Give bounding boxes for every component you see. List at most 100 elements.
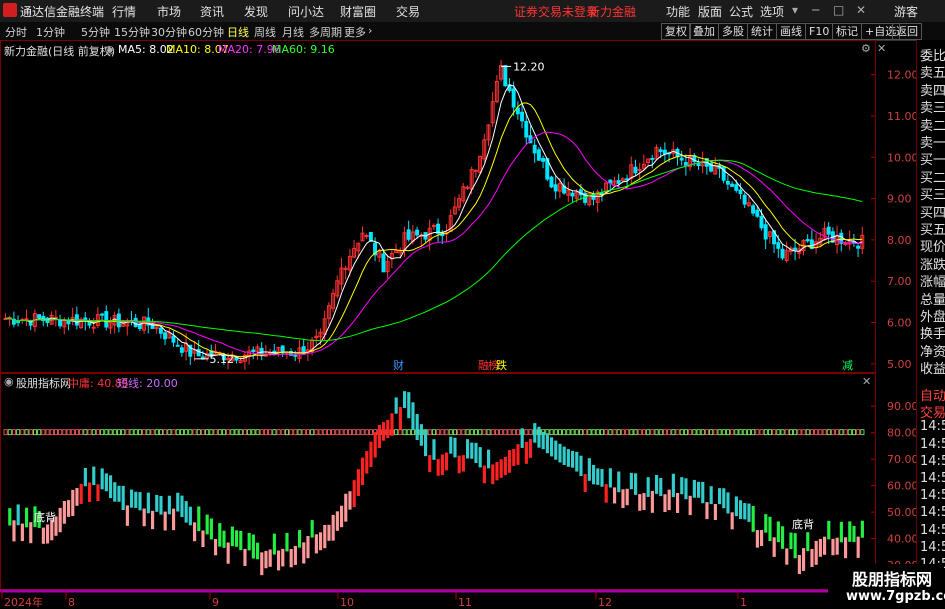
price-chart[interactable]: 12.00 11.00 10.00 9.00 8.00 7.00 6.00 5.00 12.20… xyxy=(0,40,916,373)
period-60min[interactable]: 60分钟 xyxy=(188,24,224,40)
signal-square xyxy=(322,429,327,436)
signal-square xyxy=(3,429,8,436)
tool-f10[interactable]: F10 xyxy=(805,23,834,40)
candle-body xyxy=(637,168,642,171)
menu-hangqing[interactable]: 行情 xyxy=(112,3,136,20)
period-monthly[interactable]: 月线 xyxy=(282,24,304,40)
indicator-bar xyxy=(20,523,24,542)
signal-square xyxy=(700,429,705,436)
maximize-icon[interactable]: □ xyxy=(833,3,844,17)
guest-label[interactable]: 游客 xyxy=(894,3,918,20)
period-30min[interactable]: 30分钟 xyxy=(151,24,187,40)
signal-square xyxy=(221,429,226,436)
period-daily[interactable]: 日线 xyxy=(227,24,249,40)
menu-faxian[interactable]: 发现 xyxy=(244,3,268,20)
period-toolbar: 分时 1分钟 5分钟 15分钟 30分钟 60分钟 日线 周线 月线 多周期 更… xyxy=(0,22,945,41)
period-fenshi[interactable]: 分时 xyxy=(5,24,27,40)
tool-diejia[interactable]: 叠加 xyxy=(689,23,719,40)
more-chevron-icon[interactable]: › xyxy=(368,24,372,37)
period-weekly[interactable]: 周线 xyxy=(254,24,276,40)
indicator-bar xyxy=(327,524,331,541)
signal-square xyxy=(843,429,848,436)
indicator-bar xyxy=(449,436,453,454)
price-tick-label: 7.00 xyxy=(887,275,912,288)
signal-square xyxy=(70,429,75,436)
signal-square xyxy=(268,429,273,436)
indicator-bar xyxy=(432,439,436,460)
x-tick-label: 10 xyxy=(340,596,354,609)
candle-body xyxy=(541,157,546,162)
menu-zixun[interactable]: 资讯 xyxy=(200,3,224,20)
price-stock-label: 新力金融(日线 前复权) xyxy=(4,45,116,58)
candle-body xyxy=(104,311,109,328)
login-notice[interactable]: 证券交易未登录 xyxy=(514,3,598,20)
indicator-bar xyxy=(856,536,860,558)
indicator-bar xyxy=(722,488,726,509)
app-logo-icon xyxy=(3,3,17,17)
menu-banmian[interactable]: 版面 xyxy=(698,3,722,20)
signal-square xyxy=(675,429,680,436)
indicator-bar xyxy=(461,455,465,472)
current-stock: 新力金融 xyxy=(588,5,637,19)
indicator-bar xyxy=(550,437,554,457)
menu-xuanxiang[interactable]: 选项 xyxy=(760,3,784,20)
indicator-bar xyxy=(470,442,474,459)
indicator-bar xyxy=(419,424,423,446)
signal-square xyxy=(629,429,634,436)
signal-square xyxy=(54,429,58,436)
indicator-bar xyxy=(180,495,184,517)
indicator-name: 股朋指标网 xyxy=(16,377,71,390)
period-1min[interactable]: 1分钟 xyxy=(36,24,65,40)
tool-fuquan[interactable]: 复权 xyxy=(661,23,691,40)
indicator-bar xyxy=(587,458,591,481)
side-trade-1: 交易 xyxy=(920,406,945,422)
tool-back[interactable]: 返回 xyxy=(892,23,922,40)
menu-wenxiaoda[interactable]: 问小达 xyxy=(288,3,324,20)
period-5min[interactable]: 5分钟 xyxy=(81,24,110,40)
signal-square xyxy=(24,429,29,436)
signal-square xyxy=(696,429,701,436)
period-15min[interactable]: 15分钟 xyxy=(114,24,150,40)
period-more[interactable]: 更多 xyxy=(344,24,366,40)
signal-square xyxy=(293,429,298,436)
signal-square xyxy=(326,429,331,436)
indicator-toggle-icon[interactable]: ◉ xyxy=(4,375,14,388)
signal-square xyxy=(494,429,499,436)
indicator-bar xyxy=(424,429,428,457)
side-field-3: 卖三 xyxy=(920,101,945,117)
indicator-close-icon[interactable]: ✕ xyxy=(862,375,871,388)
legend-eye-icon[interactable]: ◉ xyxy=(105,43,115,56)
signal-square xyxy=(200,429,205,436)
menu-gongneng[interactable]: 功能 xyxy=(666,3,690,20)
indicator-bar xyxy=(474,442,478,463)
tool-tongji[interactable]: 统计 xyxy=(747,23,777,40)
tool-huaxian[interactable]: 画线 xyxy=(776,23,806,40)
candle-body xyxy=(37,314,42,319)
window-menu-icon[interactable]: ▾ xyxy=(792,3,798,17)
signal-square xyxy=(100,429,105,436)
panel-close-icon[interactable]: ✕ xyxy=(877,42,886,55)
signal-square xyxy=(478,429,483,436)
menu-gongshi[interactable]: 公式 xyxy=(729,3,753,20)
indicator-chart[interactable]: 90.0080.0070.0060.0050.0040.0030.00底背底背2… xyxy=(0,373,916,609)
signal-square xyxy=(810,429,814,436)
menu-jiaoyi[interactable]: 交易 xyxy=(396,3,420,20)
menu-shichang[interactable]: 市场 xyxy=(157,3,181,20)
period-multi[interactable]: 多周期 xyxy=(309,24,342,40)
menu-caifuquan[interactable]: 财富圈 xyxy=(340,3,376,20)
settings-gear-icon[interactable]: ⚙ xyxy=(861,42,871,55)
tool-biaoji[interactable]: 标记 xyxy=(832,23,862,40)
indicator-bar xyxy=(67,500,71,517)
signal-square xyxy=(713,429,718,436)
indicator-bar xyxy=(860,520,864,538)
signal-square xyxy=(79,429,84,436)
indicator-bar xyxy=(146,492,150,514)
indicator-bar xyxy=(209,518,213,540)
indicator-bar xyxy=(335,511,339,531)
tool-duogu[interactable]: 多股 xyxy=(718,23,748,40)
minimize-icon[interactable]: ─ xyxy=(812,3,819,17)
close-icon[interactable]: ✕ xyxy=(856,3,866,17)
signal-square xyxy=(259,429,264,436)
signal-square xyxy=(251,429,256,436)
candle-body xyxy=(742,194,747,205)
